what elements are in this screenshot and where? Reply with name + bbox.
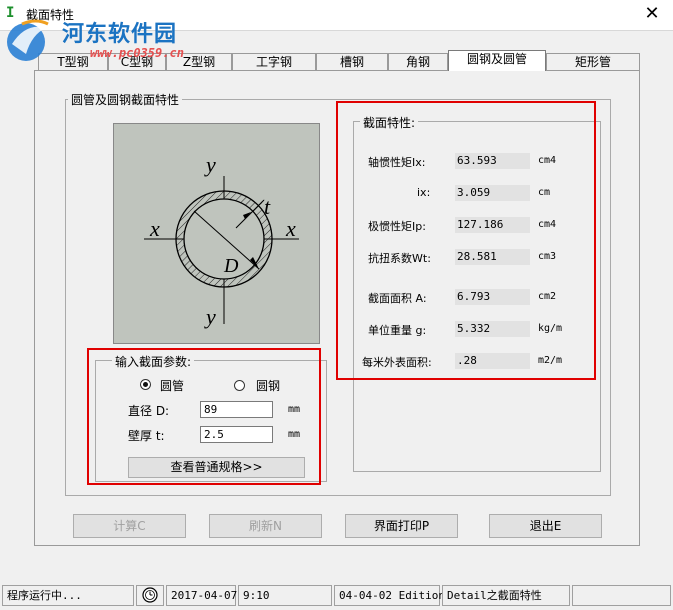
x-axis-right-label: x: [285, 216, 296, 241]
close-icon[interactable]: ✕: [637, 2, 667, 26]
tab-i-beam[interactable]: 工字钢: [232, 53, 316, 70]
status-date: 2017-04-07: [166, 585, 237, 606]
exit-button[interactable]: 退出E: [489, 514, 602, 538]
watermark-url: www.pc0359.cn: [90, 46, 184, 60]
calc-button[interactable]: 计算C: [73, 514, 186, 538]
tab-angle[interactable]: 角钢: [388, 53, 448, 70]
watermark-logo-icon: [7, 19, 49, 61]
properties-highlight-box: [336, 101, 596, 380]
y-axis-top-label: y: [204, 152, 216, 177]
print-button[interactable]: 界面打印P: [345, 514, 458, 538]
status-time: 9:10: [238, 585, 332, 606]
status-detail: Detail之截面特性: [442, 585, 570, 606]
tab-channel[interactable]: 槽钢: [316, 53, 388, 70]
status-state: 程序运行中...: [2, 585, 134, 606]
x-axis-left-label: x: [149, 216, 160, 241]
pipe-cross-section-drawing: y y x x t D: [144, 152, 299, 329]
tab-rect-tube[interactable]: 矩形管: [546, 53, 640, 70]
tab-round[interactable]: 圆钢及圆管: [448, 50, 546, 71]
main-group-title: 圆管及圆钢截面特性: [68, 91, 183, 108]
input-highlight-box: [87, 348, 321, 485]
clock-icon: [142, 587, 158, 603]
watermark-text: 河东软件园: [62, 21, 178, 47]
status-empty: [572, 585, 671, 606]
thickness-label: t: [264, 194, 271, 219]
refresh-button[interactable]: 刷新N: [209, 514, 322, 538]
diameter-label: D: [223, 255, 239, 277]
watermark: 河东软件园 www.pc0359.cn: [2, 14, 202, 66]
y-axis-bottom-label: y: [204, 304, 216, 329]
status-clock-cell: [136, 585, 164, 606]
status-edition: 04-04-02 Edition: [334, 585, 445, 606]
section-diagram: y y x x t D: [113, 123, 320, 344]
